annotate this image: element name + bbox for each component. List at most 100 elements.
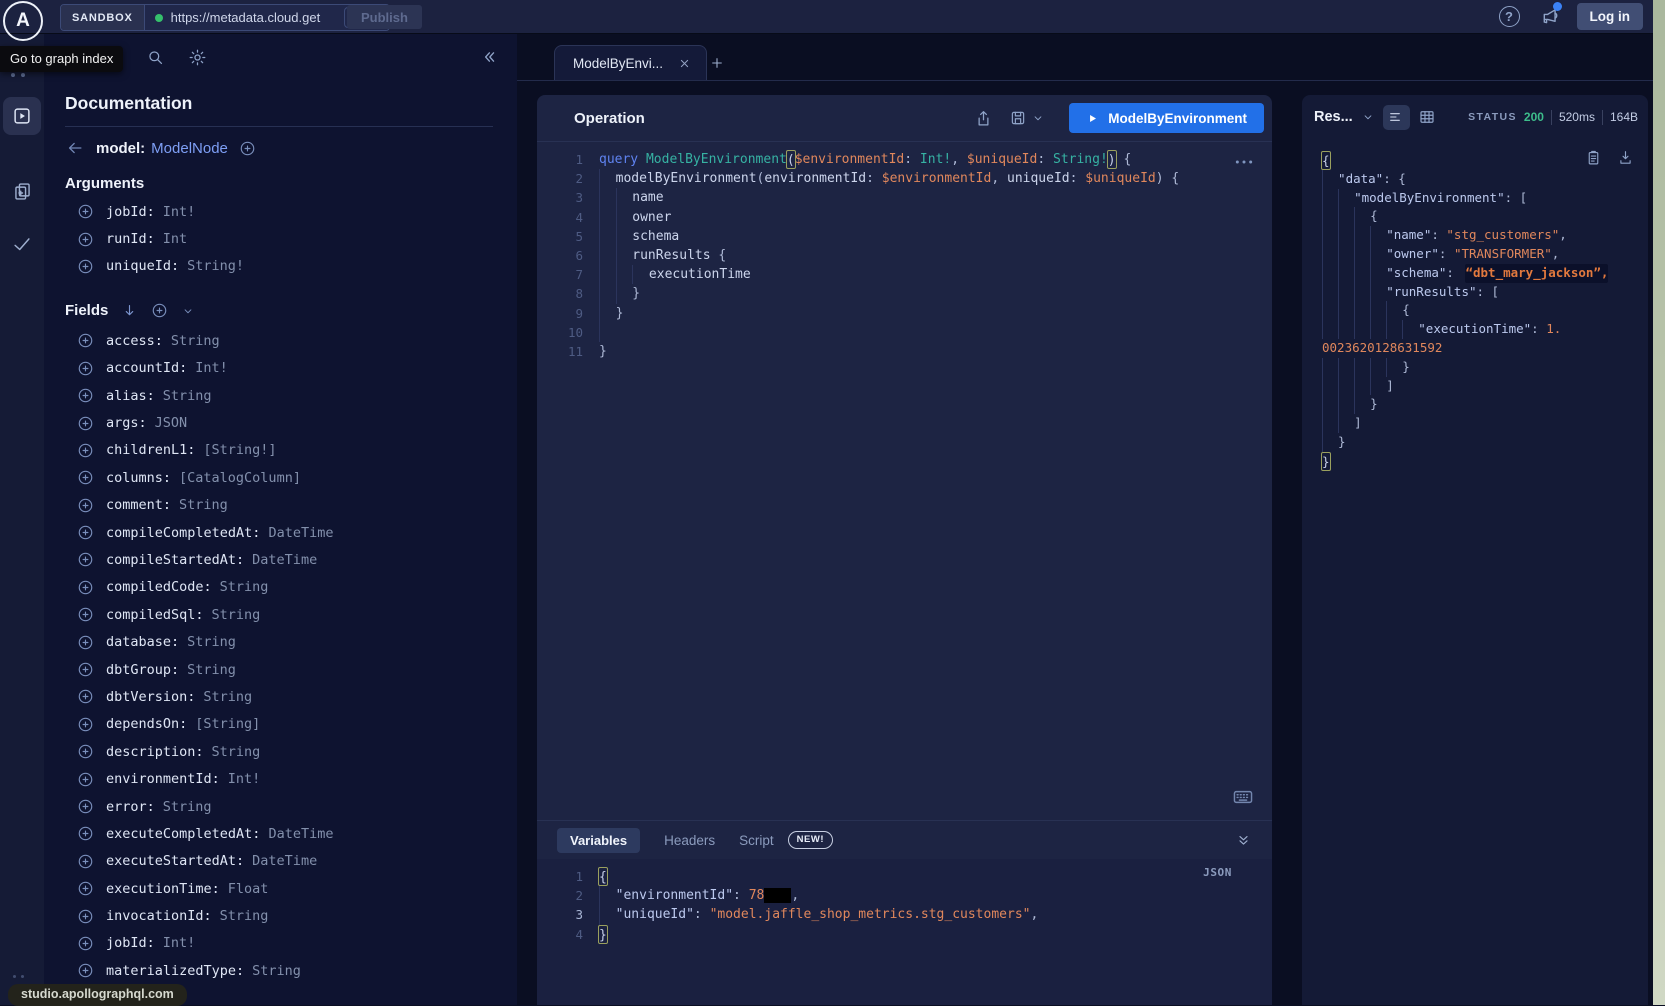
help-button[interactable]: ? (1499, 6, 1520, 27)
search-icon[interactable] (146, 48, 165, 67)
chevron-down-icon[interactable] (181, 304, 195, 318)
field-name[interactable]: executeStartedAt: (106, 853, 244, 869)
field-name[interactable]: environmentId: (106, 771, 220, 787)
sidebar-item-explorer[interactable] (3, 97, 41, 135)
field-name[interactable]: comment: (106, 497, 171, 513)
field-name[interactable]: accountId: (106, 360, 187, 376)
field-type[interactable]: String (212, 607, 261, 623)
field-type[interactable]: String (220, 908, 269, 924)
publish-button[interactable]: Publish (347, 5, 422, 29)
field-type[interactable]: Int! (163, 935, 196, 951)
add-field-icon[interactable] (77, 880, 94, 897)
field-type[interactable]: [CatalogColumn] (179, 470, 301, 486)
field-type[interactable]: Int! (195, 360, 228, 376)
add-field-icon[interactable] (77, 743, 94, 760)
download-response-icon[interactable] (1617, 149, 1634, 166)
response-view-json-button[interactable] (1383, 105, 1410, 130)
operation-editor[interactable]: 1query ModelByEnvironment($environmentId… (537, 142, 1272, 820)
field-name[interactable]: alias: (106, 388, 155, 404)
announcements-button[interactable] (1538, 6, 1559, 27)
field-type[interactable]: [String] (195, 716, 260, 732)
editor-menu-icon[interactable] (1234, 158, 1254, 166)
add-field-icon[interactable] (77, 935, 94, 952)
add-field-icon[interactable] (77, 415, 94, 432)
add-field-icon[interactable] (77, 962, 94, 979)
field-type[interactable]: String (187, 662, 236, 678)
field-type[interactable]: Float (228, 881, 269, 897)
field-name[interactable]: compileStartedAt: (106, 552, 244, 568)
add-field-icon[interactable] (77, 688, 94, 705)
tab-variables[interactable]: Variables (557, 828, 640, 853)
field-name[interactable]: materializedType: (106, 963, 244, 979)
add-field-icon[interactable] (77, 798, 94, 815)
copy-response-icon[interactable] (1585, 149, 1602, 166)
add-field-icon[interactable] (77, 579, 94, 596)
add-field-icon[interactable] (77, 524, 94, 541)
field-type[interactable]: String (212, 744, 261, 760)
add-field-icon[interactable] (77, 497, 94, 514)
field-name[interactable]: compiledCode: (106, 579, 212, 595)
field-name[interactable]: args: (106, 415, 147, 431)
add-field-icon[interactable] (77, 634, 94, 651)
graph-index-icon[interactable] (11, 73, 25, 77)
field-name[interactable]: database: (106, 634, 179, 650)
field-name[interactable]: jobId: (106, 204, 155, 220)
tab-headers[interactable]: Headers (664, 833, 715, 848)
close-tab-icon[interactable] (677, 56, 692, 71)
endpoint-url-text[interactable]: https://metadata.cloud.get (171, 10, 336, 25)
field-type[interactable]: DateTime (252, 853, 317, 869)
field-name[interactable]: access: (106, 333, 163, 349)
field-type[interactable]: Int! (228, 771, 261, 787)
field-type[interactable]: String (179, 497, 228, 513)
tab-script[interactable]: Script (739, 833, 774, 848)
add-field-icon[interactable] (77, 469, 94, 486)
share-icon[interactable] (974, 109, 993, 128)
response-dropdown-icon[interactable] (1361, 110, 1375, 124)
add-field-icon[interactable] (77, 551, 94, 568)
add-all-fields-icon[interactable] (151, 302, 168, 319)
field-name[interactable]: executionTime: (106, 881, 220, 897)
add-field-icon[interactable] (77, 853, 94, 870)
save-button[interactable] (1009, 109, 1045, 127)
field-type[interactable]: [String!] (203, 442, 276, 458)
table-view-icon[interactable] (1418, 108, 1436, 126)
back-arrow-icon[interactable] (65, 138, 85, 158)
new-tab-icon[interactable] (709, 55, 725, 71)
add-field-icon[interactable] (77, 661, 94, 678)
field-name[interactable]: compileCompletedAt: (106, 525, 260, 541)
field-name[interactable]: runId: (106, 231, 155, 247)
settings-gear-icon[interactable] (188, 48, 207, 67)
sort-fields-icon[interactable] (121, 302, 138, 319)
field-type[interactable]: String (163, 799, 212, 815)
login-button[interactable]: Log in (1577, 3, 1644, 30)
field-type[interactable]: String (220, 579, 269, 595)
field-type[interactable]: String (252, 963, 301, 979)
field-type[interactable]: DateTime (268, 826, 333, 842)
add-field-icon[interactable] (77, 716, 94, 733)
add-field-icon[interactable] (77, 442, 94, 459)
collapse-variables-icon[interactable] (1235, 832, 1252, 849)
field-name[interactable]: uniqueId: (106, 258, 179, 274)
field-type[interactable]: String (163, 388, 212, 404)
field-name[interactable]: description: (106, 744, 204, 760)
apollo-logo[interactable]: A (3, 1, 43, 41)
add-field-icon[interactable] (77, 387, 94, 404)
collapse-panel-icon[interactable] (479, 47, 499, 67)
run-operation-button[interactable]: ModelByEnvironment (1069, 103, 1264, 133)
variables-editor[interactable]: JSON 1{2"environmentId": 78,3"uniqueId":… (537, 859, 1272, 1005)
add-field-icon[interactable] (77, 771, 94, 788)
field-name[interactable]: jobId: (106, 935, 155, 951)
sidebar-item-checklist[interactable] (0, 233, 44, 255)
field-name[interactable]: compiledSql: (106, 607, 204, 623)
add-field-icon[interactable] (77, 606, 94, 623)
field-name[interactable]: childrenL1: (106, 442, 195, 458)
field-name[interactable]: dbtGroup: (106, 662, 179, 678)
field-name[interactable]: invocationId: (106, 908, 212, 924)
field-type[interactable]: String (203, 689, 252, 705)
field-type[interactable]: DateTime (268, 525, 333, 541)
field-name[interactable]: executeCompletedAt: (106, 826, 260, 842)
field-type[interactable]: String (171, 333, 220, 349)
field-name[interactable]: error: (106, 799, 155, 815)
keyboard-shortcuts-icon[interactable] (1232, 788, 1254, 806)
add-field-icon[interactable] (77, 825, 94, 842)
